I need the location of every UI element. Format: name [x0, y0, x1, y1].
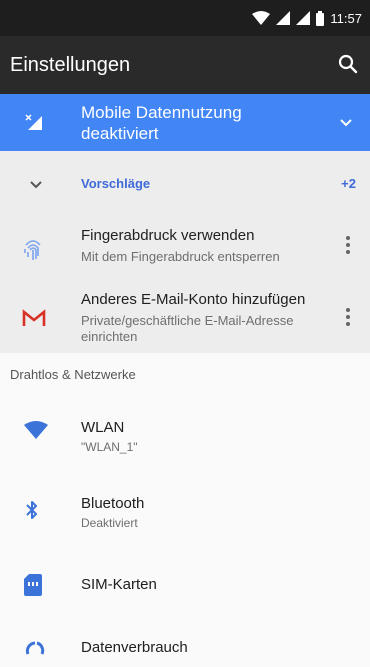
- suggestion-title: Fingerabdruck verwenden: [81, 227, 255, 244]
- setting-wlan[interactable]: WLAN "WLAN_1": [0, 407, 370, 467]
- signal-icon-2: [296, 11, 311, 25]
- suggestions-title: Vorschläge: [81, 176, 151, 191]
- app-bar: Einstellungen: [0, 36, 370, 94]
- section-header: Drahtlos & Netzwerke: [10, 367, 136, 382]
- sim-card-icon: [24, 574, 42, 601]
- more-options-icon[interactable]: [339, 305, 357, 329]
- bluetooth-icon: [24, 498, 40, 527]
- mobile-data-banner[interactable]: Mobile Datennutzung deaktiviert: [0, 94, 370, 151]
- battery-icon: [316, 10, 325, 26]
- suggestions-panel: Vorschläge +2 Fingerabdruck verwenden Mi…: [0, 151, 370, 353]
- page-title: Einstellungen: [10, 54, 131, 76]
- fingerprint-icon: [22, 236, 44, 267]
- wifi-icon: [24, 421, 48, 444]
- wifi-status-icon: [252, 11, 271, 25]
- more-options-icon[interactable]: [339, 233, 357, 257]
- setting-subtitle: "WLAN_1": [81, 440, 138, 454]
- setting-title: Datenverbrauch: [81, 639, 188, 656]
- signal-icon: [276, 11, 291, 25]
- setting-sim-cards[interactable]: SIM-Karten: [0, 560, 370, 608]
- setting-title: SIM-Karten: [81, 576, 157, 593]
- chevron-down-icon: [28, 178, 44, 196]
- suggestion-title: Anderes E-Mail-Konto hinzufügen: [81, 291, 306, 308]
- suggestion-fingerprint[interactable]: Fingerabdruck verwenden Mit dem Fingerab…: [0, 219, 370, 279]
- search-icon: [334, 54, 362, 82]
- status-bar: 11:57: [0, 0, 370, 36]
- suggestion-add-email[interactable]: Anderes E-Mail-Konto hinzufügen Private/…: [0, 283, 370, 353]
- mobile-data-off-icon: [24, 112, 44, 137]
- suggestion-subtitle: Mit dem Fingerabdruck entsperren: [81, 249, 280, 264]
- setting-subtitle: Deaktiviert: [81, 516, 138, 530]
- suggestions-header[interactable]: Vorschläge +2: [0, 151, 370, 219]
- chevron-down-icon[interactable]: [338, 114, 354, 135]
- suggestions-count[interactable]: +2: [341, 176, 356, 191]
- setting-title: Bluetooth: [81, 495, 145, 512]
- setting-bluetooth[interactable]: Bluetooth Deaktiviert: [0, 483, 370, 543]
- data-usage-icon: [24, 640, 46, 667]
- gmail-icon: [22, 309, 46, 332]
- setting-data-usage[interactable]: Datenverbrauch: [0, 627, 370, 657]
- setting-title: WLAN: [81, 419, 125, 436]
- suggestion-subtitle: Private/geschäftliche E-Mail-Adresse ein…: [81, 313, 294, 344]
- search-button[interactable]: [334, 50, 362, 78]
- banner-text: Mobile Datennutzung deaktiviert: [81, 103, 242, 143]
- clock: 11:57: [330, 10, 362, 26]
